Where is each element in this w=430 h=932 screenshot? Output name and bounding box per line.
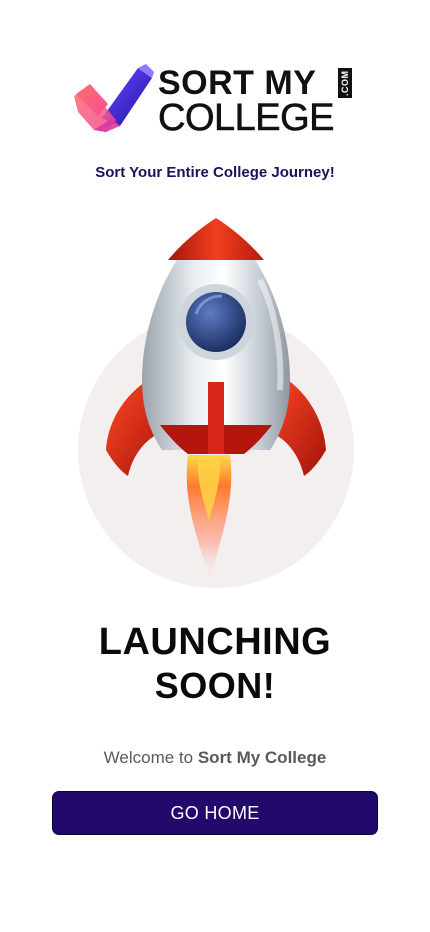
logo-line-college: COLLEGE — [158, 97, 335, 139]
tagline: Sort Your Entire College Journey! — [95, 164, 335, 181]
logo-line-sort-my: SORT MY — [158, 64, 317, 102]
welcome-brand: Sort My College — [197, 748, 327, 767]
brand-logo[interactable]: SORT MY .COM COLLEGE — [72, 64, 362, 139]
launching-soon-heading: LAUNCHING SOON! — [0, 620, 430, 708]
logo-com-badge: .COM — [338, 68, 352, 98]
logo-wordmark: SORT MY .COM COLLEGE — [158, 64, 362, 139]
headline-line2: SOON! — [154, 665, 276, 706]
rocket-icon — [78, 218, 354, 588]
go-home-button[interactable]: GO HOME — [52, 791, 378, 835]
welcome-text: Welcome to Sort My College — [0, 748, 430, 768]
logo-mark-icon — [74, 64, 154, 132]
welcome-prefix: Welcome to — [103, 748, 198, 767]
headline-line1: LAUNCHING — [98, 621, 332, 663]
